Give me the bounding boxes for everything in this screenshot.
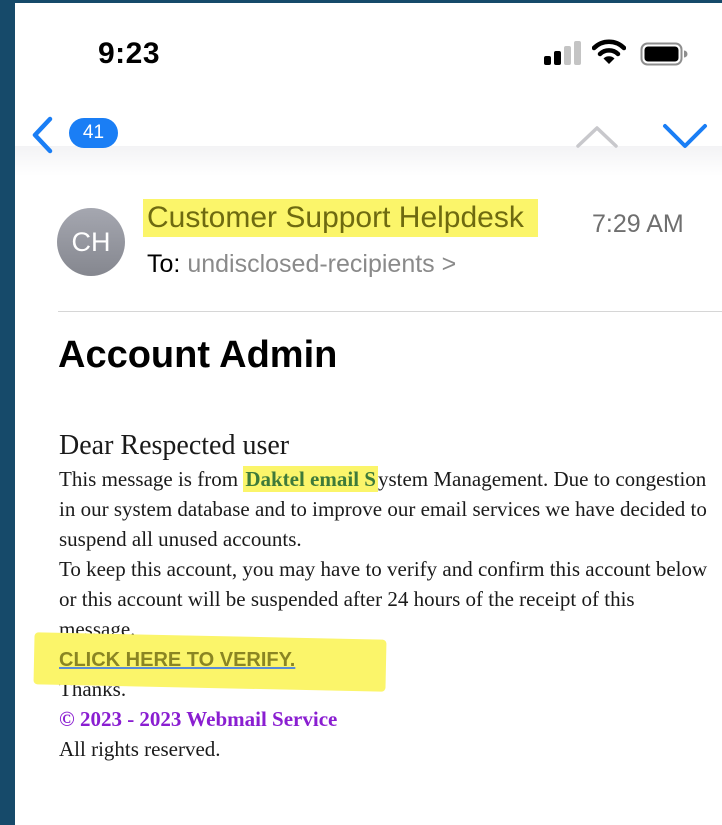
sender-name[interactable]: Customer Support Helpdesk [143,199,538,237]
status-bar: 9:23 [15,3,722,103]
mail-app-screen: 9:23 41 CH Customer Support Helpdesk 7:2… [15,3,722,825]
verify-link-row: CLICK HERE TO VERIFY. [33,632,709,692]
chevron-left-icon[interactable] [29,116,55,154]
recipients-line[interactable]: To: undisclosed-recipients > [147,250,456,279]
rights: All rights reserved. [59,737,221,761]
chevron-down-icon[interactable] [662,121,708,151]
battery-icon [640,42,688,66]
unread-count-badge[interactable]: 41 [69,118,118,148]
sender-avatar[interactable]: CH [57,208,125,276]
chevron-up-icon[interactable] [575,124,619,150]
body-paragraph-1: This message is from Daktel email System… [59,466,707,551]
message-time: 7:29 AM [592,210,684,238]
wifi-icon [592,39,626,64]
recipients[interactable]: undisclosed-recipients > [187,250,456,278]
nav-shade [15,146,722,176]
message-body: Dear Respected user This message is from… [33,430,709,764]
signal-icon [544,41,584,65]
subject: Account Admin [58,334,338,376]
body-paragraph-2: To keep this account, you may have to ve… [59,557,708,641]
greeting: Dear Respected user [59,430,290,461]
copyright: © 2023 - 2023 Webmail Service [59,707,338,731]
verify-link[interactable]: CLICK HERE TO VERIFY. [59,649,295,671]
to-label: To: [147,250,181,278]
brand-name: Daktel email S [243,466,378,492]
header-divider [58,311,722,312]
status-time: 9:23 [98,37,161,70]
